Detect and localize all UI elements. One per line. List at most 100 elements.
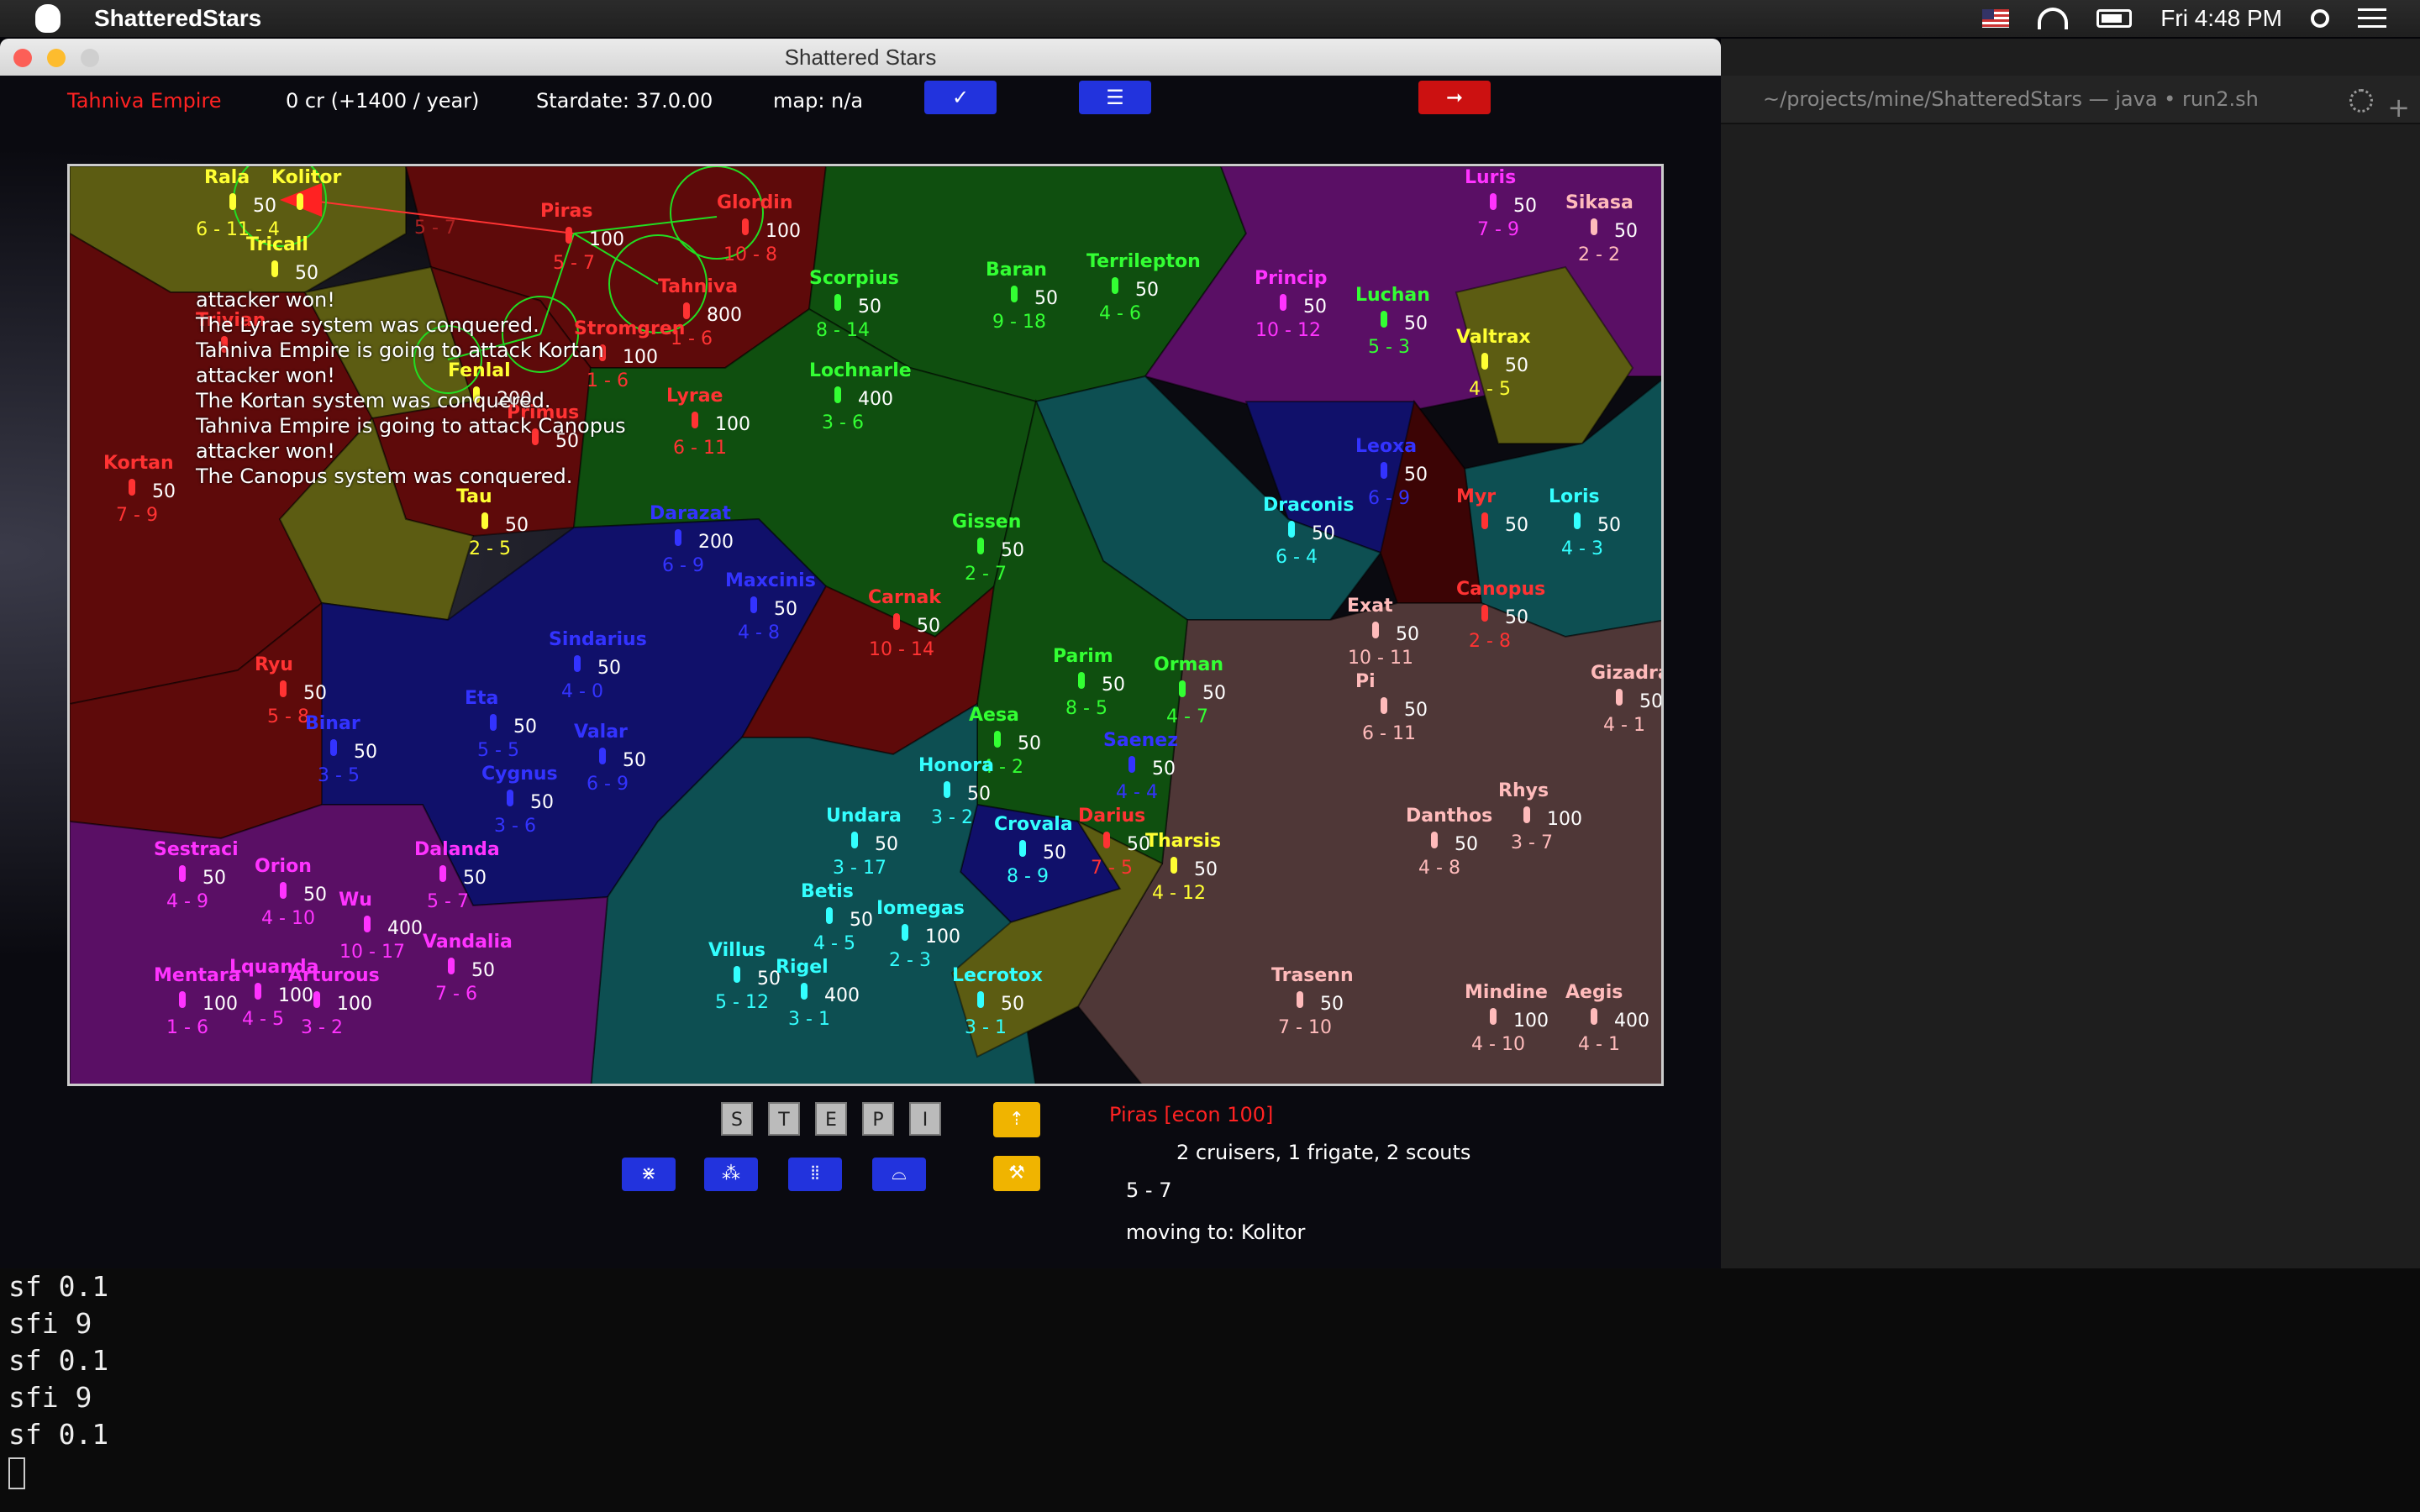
system-range: 7 - 5 bbox=[1091, 858, 1133, 879]
system-range: 4 - 7 bbox=[1166, 706, 1208, 727]
ship-icon bbox=[801, 983, 808, 1000]
event-log: attacker won! The Lyrae system was conqu… bbox=[196, 287, 626, 489]
list-button[interactable]: ☰ bbox=[1079, 81, 1151, 114]
system-range: 5 - 12 bbox=[715, 992, 769, 1013]
ship-icon bbox=[1591, 1008, 1597, 1025]
dome-button[interactable]: ⌓ bbox=[872, 1158, 926, 1191]
terminal-output[interactable]: sf 0.1 sfi 9 sf 0.1 sfi 9 sf 0.1 bbox=[0, 1268, 2420, 1512]
notification-center-icon[interactable] bbox=[2358, 8, 2386, 29]
system-value: 50 bbox=[1404, 700, 1428, 721]
ship-icon bbox=[507, 790, 513, 806]
system-value: 50 bbox=[1018, 733, 1041, 754]
input-source-icon[interactable] bbox=[1982, 9, 2010, 28]
step-t-button[interactable]: T bbox=[768, 1102, 800, 1136]
ship-icon bbox=[1171, 857, 1177, 874]
up-button[interactable]: ⇡ bbox=[993, 1102, 1040, 1137]
wifi-icon[interactable] bbox=[2038, 8, 2069, 29]
up-arrow-icon: ⇡ bbox=[1008, 1109, 1025, 1130]
system-range: 8 - 5 bbox=[1065, 698, 1107, 719]
scout-icon: ⁂ bbox=[722, 1163, 740, 1184]
new-tab-icon[interactable]: + bbox=[2387, 84, 2410, 131]
system-name: Darius bbox=[1078, 806, 1145, 827]
system-value: 400 bbox=[858, 389, 893, 410]
system-range: 4 - 5 bbox=[1469, 379, 1511, 400]
system-range: 3 - 6 bbox=[494, 816, 536, 837]
ship-icon bbox=[1103, 832, 1110, 848]
system-range: 5 - 5 bbox=[477, 740, 519, 761]
system-name: Betis bbox=[801, 881, 854, 902]
system-range: 4 - 0 bbox=[561, 681, 603, 702]
battery-icon[interactable] bbox=[2096, 9, 2133, 28]
log-line: attacker won! bbox=[196, 364, 335, 387]
fleet-row-button[interactable]: ⦙⦙ bbox=[788, 1158, 842, 1191]
app-menu[interactable]: ShatteredStars bbox=[94, 5, 261, 32]
system-value: 100 bbox=[589, 229, 624, 250]
system-name: Sindarius bbox=[549, 629, 647, 650]
system-value: 50 bbox=[1639, 691, 1663, 712]
system-value: 100 bbox=[925, 927, 960, 948]
system-name: Binar bbox=[305, 713, 360, 734]
ship-icon bbox=[734, 966, 740, 983]
control-panel: S T E P I ⋇ ⁂ ⦙⦙ ⌓ ⇡ ⚒ Piras [econ 100] … bbox=[0, 1089, 1721, 1299]
system-range: 8 - 9 bbox=[1007, 866, 1049, 887]
step-p-button[interactable]: P bbox=[862, 1102, 894, 1136]
step-i-button[interactable]: I bbox=[909, 1102, 941, 1136]
system-value: 50 bbox=[530, 792, 554, 813]
terminal-tab[interactable]: ~/projects/mine/ShatteredStars — java • … bbox=[1721, 76, 2420, 124]
confirm-button[interactable]: ✓ bbox=[924, 81, 997, 114]
system-range: 4 - 1 bbox=[1578, 1034, 1620, 1055]
system-name: Rala bbox=[204, 167, 250, 188]
system-range: 4 - 1 bbox=[1603, 715, 1645, 736]
system-name: Lyrae bbox=[666, 386, 723, 407]
system-value: 50 bbox=[1034, 288, 1058, 309]
system-name: Valar bbox=[574, 722, 628, 743]
spotlight-search-icon[interactable] bbox=[2311, 9, 2329, 28]
system-name: Crovala bbox=[994, 814, 1073, 835]
system-name: Villus bbox=[708, 940, 765, 961]
close-window-button[interactable] bbox=[13, 49, 32, 67]
system-value: 50 bbox=[1597, 515, 1621, 536]
game-window: Shattered Stars Tahniva Empire 0 cr (+14… bbox=[0, 39, 1721, 1268]
log-line: The Canopus system was conquered. bbox=[196, 465, 573, 488]
system-name: Luris bbox=[1465, 167, 1516, 188]
end-turn-button[interactable]: ➞ bbox=[1418, 81, 1491, 114]
system-value: 50 bbox=[917, 616, 940, 637]
system-name: Gizadra bbox=[1591, 663, 1664, 684]
terminal-line: sf 0.1 bbox=[8, 1418, 109, 1451]
build-button[interactable]: ⚒ bbox=[993, 1156, 1040, 1191]
step-s-button[interactable]: S bbox=[721, 1102, 753, 1136]
minimize-window-button[interactable] bbox=[47, 49, 66, 67]
zoom-window-button[interactable] bbox=[81, 49, 99, 67]
system-name: Sikasa bbox=[1565, 192, 1634, 213]
system-range: 9 - 18 bbox=[992, 312, 1046, 333]
scout-pair-button[interactable]: ⁂ bbox=[704, 1158, 758, 1191]
system-name: Undara bbox=[826, 806, 902, 827]
ship-icon bbox=[313, 991, 320, 1008]
ship-icon bbox=[1280, 294, 1286, 311]
system-name: Tharsis bbox=[1145, 831, 1221, 852]
system-name: Lochnarle bbox=[809, 360, 912, 381]
window-titlebar[interactable]: Shattered Stars bbox=[0, 39, 1721, 76]
ship-icon bbox=[851, 832, 858, 848]
clock[interactable]: Fri 4:48 PM bbox=[2160, 5, 2282, 32]
system-value: 50 bbox=[505, 515, 529, 536]
system-range: 7 - 9 bbox=[116, 505, 158, 526]
system-range: 2 - 7 bbox=[965, 564, 1007, 585]
ship-icon bbox=[1297, 991, 1303, 1008]
dome-icon: ⌓ bbox=[892, 1163, 907, 1184]
system-name: Glordin bbox=[717, 192, 793, 213]
system-value: 50 bbox=[1320, 994, 1344, 1015]
system-name: Leoxa bbox=[1355, 436, 1417, 457]
ship-icon bbox=[1481, 512, 1488, 529]
ship-icon bbox=[1011, 286, 1018, 302]
system-value: 50 bbox=[597, 658, 621, 679]
step-e-button[interactable]: E bbox=[815, 1102, 847, 1136]
system-name: Gissen bbox=[952, 512, 1021, 533]
system-range: 2 - 2 bbox=[1578, 244, 1620, 265]
system-range: 10 - 17 bbox=[339, 942, 405, 963]
system-name: Maxcinis bbox=[725, 570, 816, 591]
ship-icon bbox=[1381, 462, 1387, 479]
cruiser-group-button[interactable]: ⋇ bbox=[622, 1158, 676, 1191]
galaxy-map[interactable]: 5 - 7 Rala 50 6 - 11 - 4 Kolitor Piras 100 5 -… bbox=[67, 164, 1664, 1086]
apple-icon[interactable] bbox=[35, 4, 60, 33]
